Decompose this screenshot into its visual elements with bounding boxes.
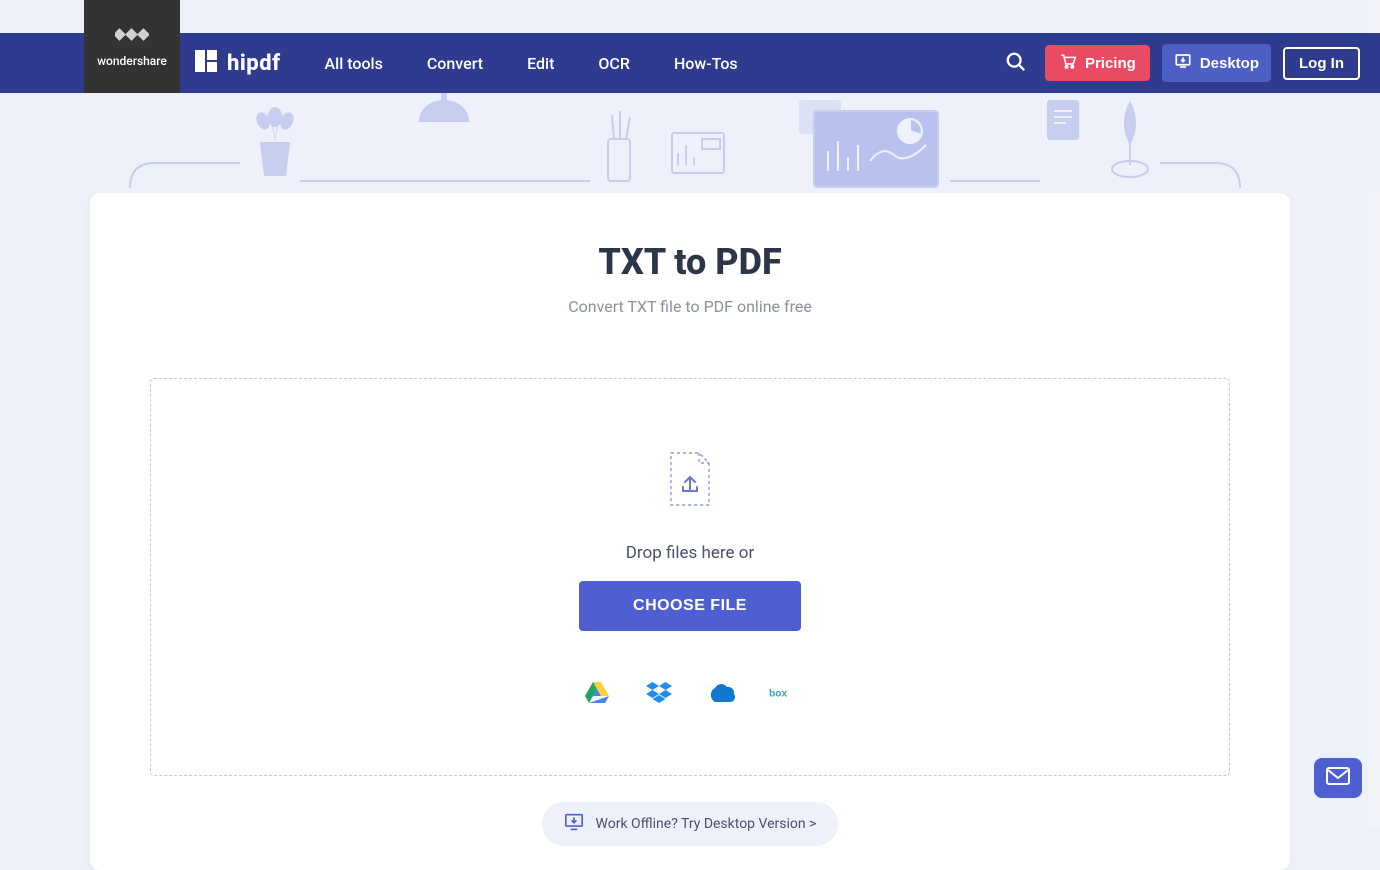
login-button[interactable]: Log In (1283, 47, 1360, 80)
choose-file-button[interactable]: CHOOSE FILE (579, 581, 801, 631)
svg-text:box: box (769, 688, 788, 699)
contact-mail-fab[interactable] (1314, 758, 1362, 798)
desktop-button[interactable]: Desktop (1162, 44, 1271, 82)
search-icon (1005, 61, 1027, 76)
pricing-label: Pricing (1085, 55, 1136, 72)
box-icon[interactable]: box (769, 681, 797, 705)
decorative-banner (0, 93, 1380, 193)
dropbox-icon[interactable] (645, 681, 673, 705)
offline-pill-text: Work Offline? Try Desktop Version > (596, 816, 817, 832)
nav-howtos[interactable]: How-Tos (674, 54, 738, 73)
choose-file-label: CHOOSE FILE (633, 597, 747, 614)
wondershare-badge[interactable]: wondershare (84, 0, 180, 93)
nav-edit[interactable]: Edit (527, 54, 554, 73)
page-subtitle: Convert TXT file to PDF online free (150, 297, 1230, 316)
hipdf-logo-text: hipdf (227, 51, 281, 76)
offline-desktop-pill[interactable]: Work Offline? Try Desktop Version > (542, 802, 839, 846)
download-desktop-icon (1174, 52, 1192, 74)
mail-icon (1326, 767, 1350, 789)
main-card: TXT to PDF Convert TXT file to PDF onlin… (90, 193, 1290, 870)
page-title: TXT to PDF (150, 241, 1230, 283)
primary-nav: All tools Convert Edit OCR How-Tos (325, 54, 738, 73)
upload-doc-icon (667, 451, 713, 513)
header-right: Pricing Desktop Log In (999, 44, 1360, 82)
hipdf-logo[interactable]: hipdf (195, 50, 281, 76)
main-header: hipdf All tools Convert Edit OCR How-Tos (0, 33, 1380, 93)
drop-text: Drop files here or (626, 543, 754, 563)
pricing-button[interactable]: Pricing (1045, 45, 1150, 81)
wondershare-label: wondershare (97, 54, 167, 68)
nav-ocr[interactable]: OCR (598, 54, 630, 73)
wondershare-logo-icon (115, 26, 149, 48)
cloud-providers: box (583, 681, 797, 705)
desktop-label: Desktop (1200, 55, 1259, 72)
search-button[interactable] (999, 45, 1033, 82)
hipdf-logo-icon (195, 50, 217, 76)
top-spacer (0, 0, 1380, 33)
nav-convert[interactable]: Convert (427, 54, 483, 73)
cart-icon (1059, 53, 1077, 73)
download-monitor-icon (564, 813, 584, 835)
onedrive-icon[interactable] (707, 681, 735, 705)
login-label: Log In (1299, 55, 1344, 72)
nav-all-tools[interactable]: All tools (325, 54, 383, 73)
file-dropzone[interactable]: Drop files here or CHOOSE FILE (150, 378, 1230, 776)
google-drive-icon[interactable] (583, 681, 611, 705)
